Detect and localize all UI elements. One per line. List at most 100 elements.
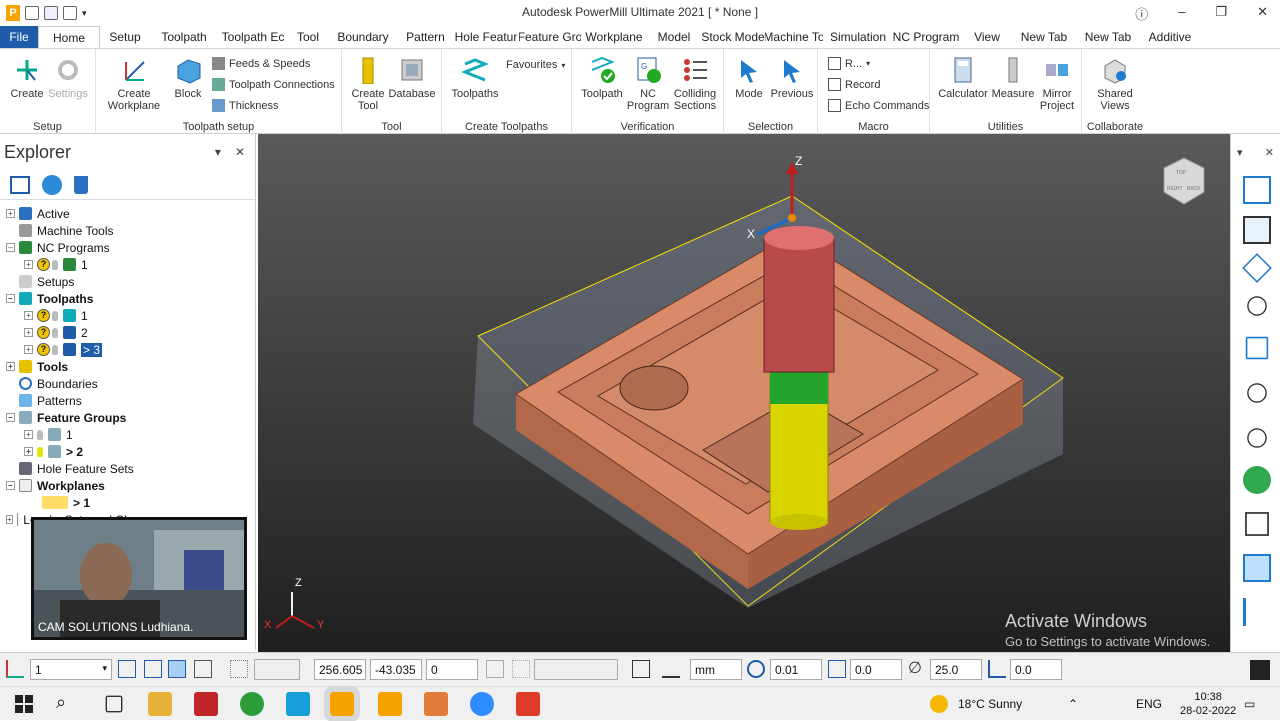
shared-views-button[interactable]: Shared Views: [1092, 55, 1138, 112]
snap-grid-icon[interactable]: [168, 660, 186, 678]
tree-item-machine-tools[interactable]: +Machine Tools: [6, 222, 114, 239]
tab-boundary[interactable]: Boundary: [328, 26, 398, 48]
zoom-box-icon[interactable]: [1247, 383, 1267, 403]
coord-pick-icon[interactable]: [512, 660, 530, 678]
pause-icon[interactable]: [1250, 660, 1270, 680]
tree-item-toolpath-1[interactable]: +? 1: [24, 307, 88, 324]
echo-commands-button[interactable]: Echo Commands: [828, 99, 929, 112]
feeds-speeds-button[interactable]: Feeds & Speeds: [212, 57, 310, 70]
toolpaths-button[interactable]: Toolpaths: [448, 55, 502, 100]
view-toolbar-menu-icon[interactable]: ▾: [1237, 146, 1243, 159]
tab-home[interactable]: Home: [38, 26, 100, 48]
explorer-menu-icon[interactable]: ▾: [215, 145, 221, 159]
restore-button[interactable]: ❐: [1215, 4, 1227, 23]
create-tool-button[interactable]: Create Tool: [350, 55, 386, 112]
minimize-button[interactable]: –: [1178, 4, 1185, 23]
x-coordinate-field[interactable]: 256.605: [314, 659, 366, 680]
run-macro-button[interactable]: R... ▾: [828, 57, 870, 70]
tab-model[interactable]: Model: [647, 26, 701, 48]
tree-item-tools[interactable]: + Tools: [6, 358, 68, 375]
tab-view[interactable]: View: [959, 26, 1015, 48]
language-indicator[interactable]: ENG: [1136, 687, 1162, 721]
tree-item-toolpath-2[interactable]: +? 2: [24, 324, 88, 341]
create-button[interactable]: Create: [8, 55, 46, 100]
calculator-status-icon[interactable]: [632, 660, 650, 678]
search-icon[interactable]: ⌕: [56, 692, 80, 716]
tab-setup[interactable]: Setup: [100, 26, 150, 48]
view-cube[interactable]: [1163, 157, 1205, 205]
snap-point-icon[interactable]: [144, 660, 162, 678]
tab-toolpath-edit[interactable]: Toolpath Ec: [218, 26, 288, 48]
view-toolbar-close-icon[interactable]: ✕: [1265, 146, 1274, 159]
tab-new-tab-1[interactable]: New Tab: [1015, 26, 1073, 48]
measure-button[interactable]: Measure: [990, 55, 1036, 100]
help-icon[interactable]: ⓘ: [1135, 4, 1148, 23]
task-view-icon[interactable]: [105, 695, 123, 713]
tab-pattern[interactable]: Pattern: [398, 26, 453, 48]
tree-item-boundaries[interactable]: +Boundaries: [6, 375, 98, 392]
view-cube-top-icon[interactable]: [1242, 253, 1272, 283]
diameter-field[interactable]: 25.0: [930, 659, 982, 680]
tree-item-setups[interactable]: +Setups: [6, 273, 74, 290]
z-coordinate-field[interactable]: 0: [426, 659, 478, 680]
snap-icon[interactable]: [118, 660, 136, 678]
tree-item-nc-program-1[interactable]: +? 1: [24, 256, 88, 273]
angle-field[interactable]: 0.0: [1010, 659, 1062, 680]
tree-item-feature-groups[interactable]: – Feature Groups: [6, 409, 126, 426]
tree-item-workplanes[interactable]: – Workplanes: [6, 477, 105, 494]
tab-hole-feature[interactable]: Hole Featur: [453, 26, 519, 48]
solid-view-icon[interactable]: [1243, 554, 1271, 582]
units-field[interactable]: mm: [690, 659, 742, 680]
zoom-out-icon[interactable]: [1247, 428, 1267, 448]
notification-icon[interactable]: ▭: [1244, 687, 1255, 721]
colliding-sections-button[interactable]: Colliding Sections: [670, 55, 720, 112]
close-button[interactable]: ✕: [1257, 4, 1268, 23]
clock[interactable]: 10:38 28-02-2022: [1180, 687, 1236, 721]
tab-feature-groups[interactable]: Feature Gro: [519, 26, 581, 48]
refresh-view-icon[interactable]: [1245, 336, 1269, 360]
tree-item-toolpaths[interactable]: – Toolpaths: [6, 290, 93, 307]
3d-viewport[interactable]: Z X Z Y X TOP RIGHT BACK: [258, 134, 1230, 652]
favourites-dropdown[interactable]: Favourites ▾: [506, 59, 565, 71]
wireframe-icon[interactable]: [1245, 512, 1269, 536]
tab-tool[interactable]: Tool: [288, 26, 328, 48]
explorer-close-icon[interactable]: ✕: [235, 145, 245, 159]
model-view[interactable]: Z X Z Y X TOP RIGHT BACK: [258, 134, 1230, 652]
chrome-icon[interactable]: [240, 692, 264, 716]
shading-icon[interactable]: [1243, 466, 1271, 494]
verify-toolpath-button[interactable]: Toolpath: [578, 55, 626, 100]
tree-item-nc-programs[interactable]: – NC Programs: [6, 239, 110, 256]
mirror-project-button[interactable]: Mirror Project: [1036, 55, 1078, 112]
tab-simulation[interactable]: Simulation: [823, 26, 893, 48]
autodesk-app-icon[interactable]: [378, 692, 402, 716]
file-explorer-icon[interactable]: [148, 692, 172, 716]
tab-workplane[interactable]: Workplane: [581, 26, 647, 48]
zoom-app-icon[interactable]: [470, 692, 494, 716]
zoom-icon[interactable]: [1247, 296, 1267, 316]
settings-button[interactable]: Settings: [48, 55, 88, 100]
tab-stock-model[interactable]: Stock Mode: [701, 26, 765, 48]
windows-start-icon[interactable]: [12, 692, 36, 716]
tool-snap-icon[interactable]: [194, 660, 212, 678]
tab-toolpath[interactable]: Toolpath: [150, 26, 218, 48]
create-workplane-button[interactable]: Create Workplane: [102, 55, 166, 112]
record-button[interactable]: Record: [828, 78, 880, 91]
tray-icons[interactable]: ⌃: [1068, 687, 1078, 721]
calculator-button[interactable]: Calculator: [936, 55, 990, 100]
tab-nc-program[interactable]: NC Program: [893, 26, 959, 48]
y-coordinate-field[interactable]: -43.035: [370, 659, 422, 680]
view-iso-icon[interactable]: [1243, 176, 1271, 204]
grid-icon[interactable]: [230, 660, 248, 678]
tree-item-feature-group-1[interactable]: +1: [24, 426, 73, 443]
coord-mode-icon[interactable]: [486, 660, 504, 678]
tab-new-tab-2[interactable]: New Tab: [1073, 26, 1143, 48]
workplane-select[interactable]: 1 ▾: [30, 659, 112, 680]
tolerance-field[interactable]: 0.01: [770, 659, 822, 680]
view-cube-front-icon[interactable]: [1243, 216, 1271, 244]
toolpath-connections-button[interactable]: Toolpath Connections: [212, 78, 335, 91]
powermill-icon[interactable]: [324, 686, 360, 721]
tree-view-icon[interactable]: [10, 175, 30, 194]
powershape-icon[interactable]: [424, 692, 448, 716]
tree-item-workplane-1[interactable]: > 1: [42, 494, 90, 511]
previous-button[interactable]: Previous: [770, 55, 814, 100]
